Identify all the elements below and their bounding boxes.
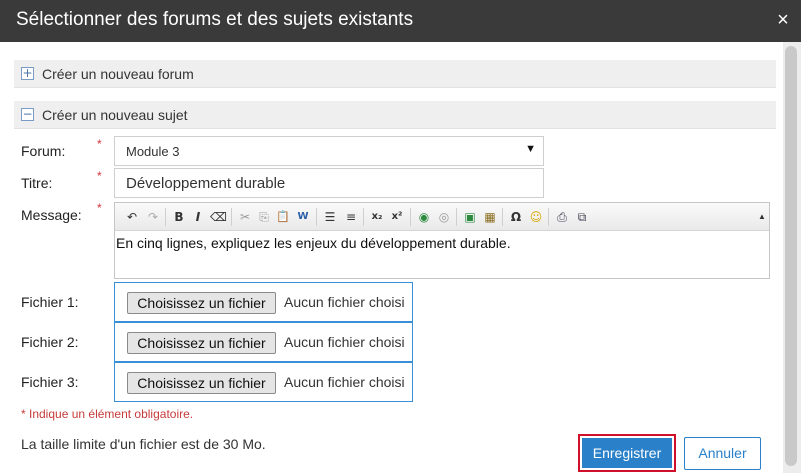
required-note: * Indique un élément obligatoire. <box>21 407 194 421</box>
toolbar-divider <box>165 208 166 226</box>
forum-select-value: Module 3 <box>126 144 180 159</box>
collapse-toolbar-icon[interactable]: ▲ <box>757 212 767 224</box>
dialog: Sélectionner des forums et des sujets ex… <box>0 0 801 473</box>
bulleted-list-icon[interactable]: ☰ <box>322 209 338 225</box>
subscript-icon[interactable]: x₂ <box>369 209 385 225</box>
link-icon[interactable]: ◉ <box>416 209 432 225</box>
paste-from-word-icon[interactable]: W <box>295 209 311 225</box>
expand-icon[interactable]: + <box>21 67 34 80</box>
file-1-input[interactable]: Choisissez un fichier Aucun fichier choi… <box>114 282 413 322</box>
file-2-input[interactable]: Choisissez un fichier Aucun fichier choi… <box>114 322 413 362</box>
required-mark: * <box>97 201 102 215</box>
required-mark: * <box>97 169 102 183</box>
choose-file-1-button[interactable]: Choisissez un fichier <box>127 292 276 314</box>
copy-icon[interactable]: ⎘ <box>256 209 272 225</box>
section-new-forum-label[interactable]: Créer un nouveau forum <box>42 66 194 82</box>
toolbar-divider <box>231 208 232 226</box>
file-3-status: Aucun fichier choisi <box>284 374 405 390</box>
editor-toolbar: ↶ ↷ B I ⌫ ✂ ⎘ 📋 W ☰ ≡ x₂ x² ◉ ◎ ▣ ▦ Ω ☺ <box>115 203 769 231</box>
file-3-label: Fichier 3: <box>21 374 79 390</box>
message-editor-content[interactable]: En cinq lignes, expliquez les enjeux du … <box>116 235 511 251</box>
numbered-list-icon[interactable]: ≡ <box>343 209 359 225</box>
file-2-status: Aucun fichier choisi <box>284 334 405 350</box>
redo-icon[interactable]: ↷ <box>145 209 161 225</box>
cancel-button[interactable]: Annuler <box>684 437 761 470</box>
title-label: Titre: <box>21 175 53 191</box>
chevron-down-icon: ▼ <box>525 143 536 155</box>
table-icon[interactable]: ▦ <box>482 209 498 225</box>
image-icon[interactable]: ▣ <box>462 209 478 225</box>
undo-icon[interactable]: ↶ <box>124 209 140 225</box>
toolbar-divider <box>502 208 503 226</box>
toolbar-divider <box>456 208 457 226</box>
file-2-label: Fichier 2: <box>21 334 79 350</box>
special-character-icon[interactable]: Ω <box>508 209 524 225</box>
collapse-icon[interactable]: − <box>21 108 34 121</box>
choose-file-3-button[interactable]: Choisissez un fichier <box>127 372 276 394</box>
toolbar-divider <box>363 208 364 226</box>
message-label: Message: <box>21 207 82 223</box>
save-button[interactable]: Enregistrer <box>578 434 676 472</box>
section-new-forum[interactable]: + Créer un nouveau forum <box>14 60 776 88</box>
source-icon[interactable]: ⧉ <box>574 209 590 225</box>
remove-format-icon[interactable]: ⌫ <box>210 209 227 225</box>
title-input[interactable] <box>114 168 544 198</box>
message-editor[interactable]: ↶ ↷ B I ⌫ ✂ ⎘ 📋 W ☰ ≡ x₂ x² ◉ ◎ ▣ ▦ Ω ☺ <box>114 202 770 279</box>
toolbar-divider <box>316 208 317 226</box>
unlink-icon[interactable]: ◎ <box>436 209 452 225</box>
italic-icon[interactable]: I <box>190 209 206 225</box>
toolbar-divider <box>548 208 549 226</box>
dialog-titlebar: Sélectionner des forums et des sujets ex… <box>0 0 801 42</box>
close-icon[interactable]: × <box>771 8 795 32</box>
dialog-title: Sélectionner des forums et des sujets ex… <box>16 9 414 30</box>
file-3-input[interactable]: Choisissez un fichier Aucun fichier choi… <box>114 362 413 402</box>
scrollbar[interactable] <box>783 42 801 473</box>
section-new-topic[interactable]: − Créer un nouveau sujet <box>14 101 776 129</box>
cut-icon[interactable]: ✂ <box>237 209 253 225</box>
choose-file-2-button[interactable]: Choisissez un fichier <box>127 332 276 354</box>
file-1-label: Fichier 1: <box>21 294 79 310</box>
superscript-icon[interactable]: x² <box>389 209 405 225</box>
file-1-status: Aucun fichier choisi <box>284 294 405 310</box>
forum-label: Forum: <box>21 143 66 159</box>
section-new-topic-label[interactable]: Créer un nouveau sujet <box>42 107 188 123</box>
toolbar-divider <box>410 208 411 226</box>
file-size-note: La taille limite d'un fichier est de 30 … <box>21 436 266 452</box>
bold-icon[interactable]: B <box>171 209 187 225</box>
smiley-icon[interactable]: ☺ <box>528 209 544 225</box>
print-icon[interactable]: ⎙ <box>554 209 570 225</box>
save-button-label[interactable]: Enregistrer <box>582 438 672 468</box>
paste-icon[interactable]: 📋 <box>275 209 291 225</box>
forum-select[interactable]: Module 3 ▼ <box>114 136 544 166</box>
scrollbar-thumb[interactable] <box>785 46 797 466</box>
required-mark: * <box>97 137 102 151</box>
